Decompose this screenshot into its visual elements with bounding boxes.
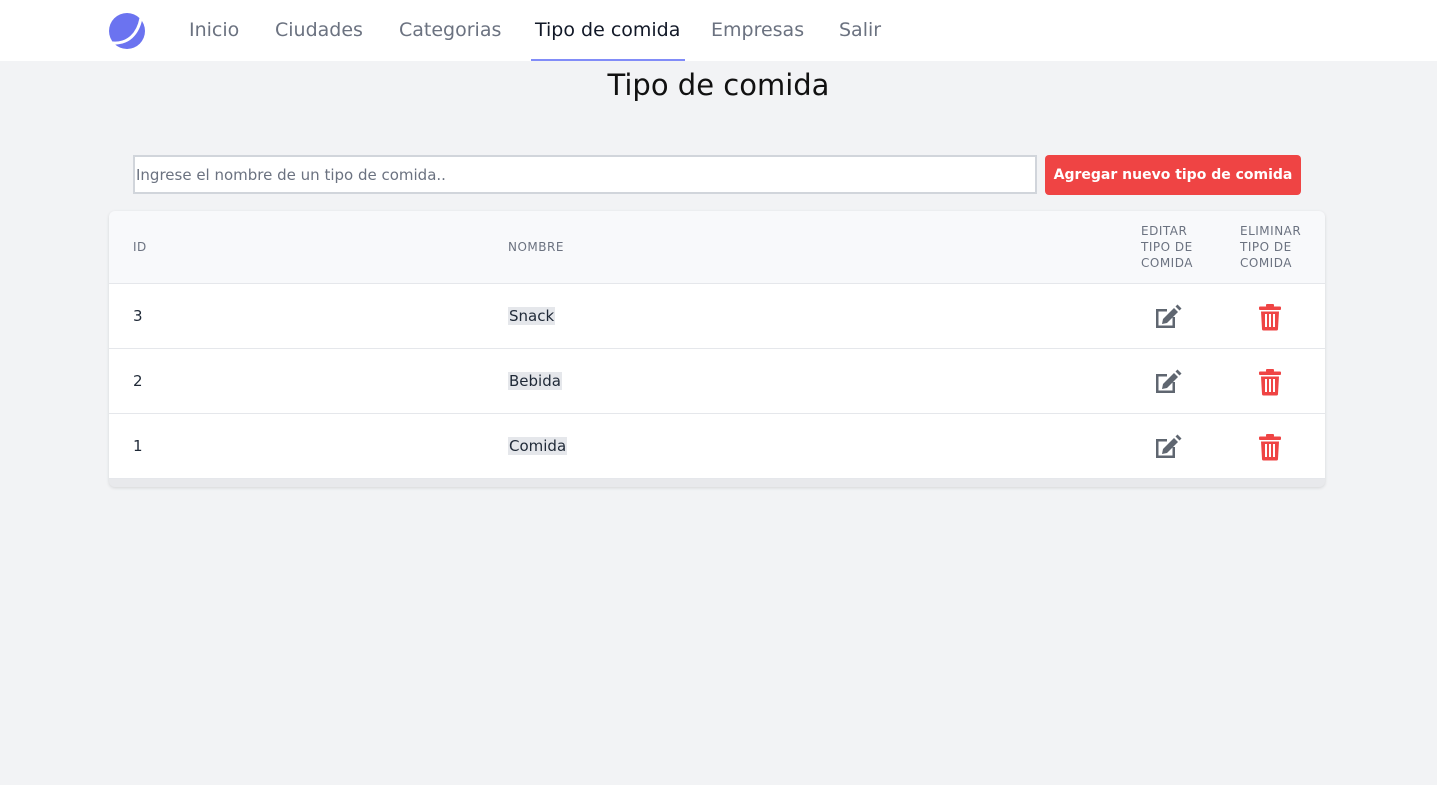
trash-icon[interactable] xyxy=(1255,302,1285,332)
header-id: ID xyxy=(133,240,147,254)
row-name: Bebida xyxy=(508,372,562,390)
food-types-table: ID NOMBRE EDITAR TIPO DE COMIDA ELIMINAR… xyxy=(109,211,1325,487)
row-id: 2 xyxy=(133,372,143,390)
table-row: 3 Snack xyxy=(109,284,1325,349)
row-name: Comida xyxy=(508,437,568,455)
nav-link-tipo-de-comida[interactable]: Tipo de comida xyxy=(530,0,686,61)
table-row: 1 Comida xyxy=(109,414,1325,479)
edit-icon[interactable] xyxy=(1152,302,1182,332)
trash-icon[interactable] xyxy=(1255,432,1285,462)
logo-icon[interactable] xyxy=(108,12,146,50)
row-id: 1 xyxy=(133,437,143,455)
table-header: ID NOMBRE EDITAR TIPO DE COMIDA ELIMINAR… xyxy=(109,211,1325,284)
edit-icon[interactable] xyxy=(1152,432,1182,462)
edit-icon[interactable] xyxy=(1152,367,1182,397)
nav-link-empresas[interactable]: Empresas xyxy=(711,0,804,61)
nav-link-ciudades[interactable]: Ciudades xyxy=(275,0,363,61)
nav-link-categorias[interactable]: Categorias xyxy=(399,0,501,61)
header-delete: ELIMINAR TIPO DE COMIDA xyxy=(1240,224,1302,270)
row-id: 3 xyxy=(133,307,143,325)
row-name: Snack xyxy=(508,307,556,325)
food-type-name-input[interactable] xyxy=(133,155,1037,194)
add-food-type-button[interactable]: Agregar nuevo tipo de comida xyxy=(1045,155,1301,195)
page-title: Tipo de comida xyxy=(607,68,830,102)
nav-link-salir[interactable]: Salir xyxy=(839,0,881,61)
header-name: NOMBRE xyxy=(508,240,564,254)
nav-link-inicio[interactable]: Inicio xyxy=(189,0,239,61)
top-navbar: Inicio Ciudades Categorias Tipo de comid… xyxy=(0,0,1437,61)
header-edit: EDITAR TIPO DE COMIDA xyxy=(1141,224,1193,270)
trash-icon[interactable] xyxy=(1255,367,1285,397)
table-row: 2 Bebida xyxy=(109,349,1325,414)
